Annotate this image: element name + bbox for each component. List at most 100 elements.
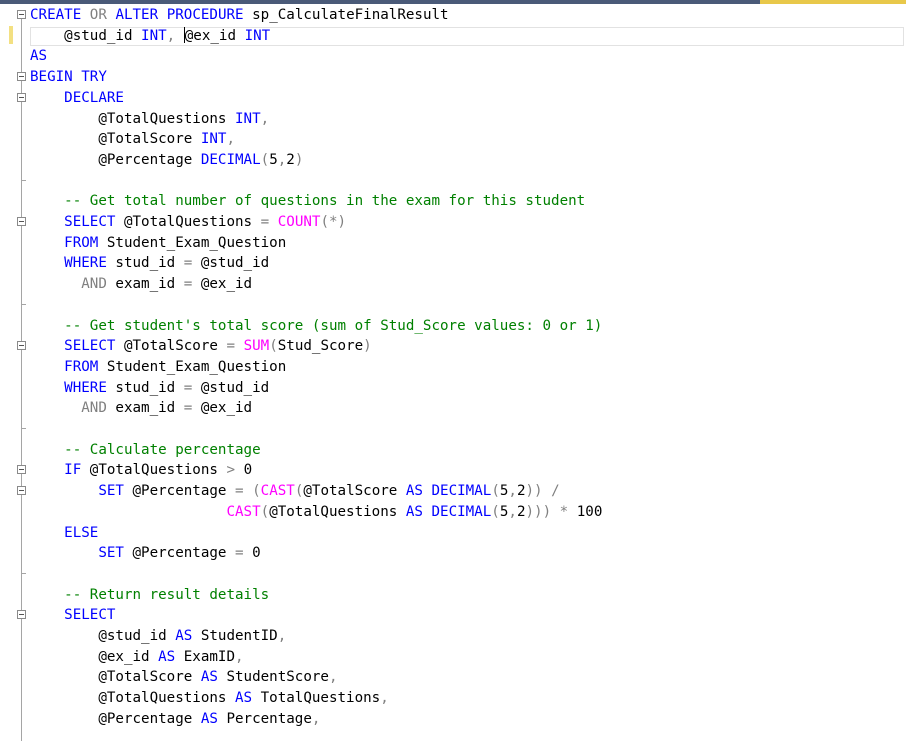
code-token: =: [226, 338, 236, 355]
code-line[interactable]: @TotalScore INT,: [30, 129, 235, 150]
code-token: IF: [64, 462, 82, 479]
code-token: ): [294, 151, 304, 168]
code-line[interactable]: @TotalQuestions AS TotalQuestions,: [30, 688, 388, 709]
code-line[interactable]: AS: [30, 46, 47, 67]
code-line[interactable]: @TotalQuestions INT,: [30, 109, 269, 130]
code-token: @TotalQuestions: [30, 690, 235, 707]
code-line[interactable]: @stud_id INT, @ex_id INT: [30, 26, 270, 47]
code-line[interactable]: SET @Percentage = 0: [30, 543, 260, 564]
code-line[interactable]: SELECT: [30, 605, 115, 626]
code-token: DECIMAL: [200, 151, 261, 168]
code-token: SUM: [243, 338, 270, 355]
code-token: @Percentage: [30, 710, 201, 727]
code-token: FROM: [64, 234, 99, 251]
code-token: =: [183, 400, 193, 417]
code-line[interactable]: SELECT @TotalScore = SUM(Stud_Score): [30, 336, 372, 357]
collapse-icon[interactable]: [17, 465, 26, 475]
code-token: @stud_id: [30, 628, 176, 644]
code-line[interactable]: FROM Student_Exam_Question: [30, 233, 286, 254]
code-token: ,: [311, 710, 321, 727]
collapse-icon[interactable]: [17, 486, 26, 496]
code-token: @ex_id: [192, 400, 253, 417]
code-line[interactable]: -- Return result details: [30, 585, 269, 606]
code-line[interactable]: ELSE: [30, 523, 98, 544]
code-token: TRY: [81, 69, 107, 86]
code-token: ))): [525, 503, 552, 520]
code-token: @Percentage: [30, 151, 201, 168]
code-token: AS: [200, 669, 218, 686]
code-token: @TotalScore: [30, 131, 201, 148]
code-line[interactable]: WHERE stud_id = @stud_id: [30, 378, 269, 399]
code-token: StudentID: [192, 628, 278, 644]
code-token: (*): [320, 214, 347, 230]
code-token: ,: [277, 151, 287, 168]
code-token: AS: [405, 503, 423, 520]
code-line[interactable]: IF @TotalQuestions > 0: [30, 460, 252, 481]
code-token: (: [260, 151, 270, 168]
code-token: ,: [226, 131, 236, 148]
code-line[interactable]: SELECT @TotalQuestions = COUNT(*): [30, 212, 346, 233]
code-line[interactable]: -- Calculate percentage: [30, 440, 260, 461]
code-line[interactable]: BEGIN TRY: [30, 67, 107, 88]
fold-end-tick: [21, 179, 26, 181]
code-token: Student_Exam_Question: [98, 358, 287, 375]
code-token: =: [235, 483, 244, 500]
code-line[interactable]: @stud_id AS StudentID,: [30, 626, 286, 647]
code-line[interactable]: DECLARE: [30, 88, 124, 109]
code-token: )): [525, 483, 543, 500]
code-token: INT: [244, 27, 271, 44]
code-token: ALTER: [115, 7, 159, 23]
code-token: (: [269, 338, 278, 355]
code-token: Percentage: [217, 710, 312, 727]
code-line[interactable]: @TotalScore AS StudentScore,: [30, 667, 337, 688]
code-token: @ex_id: [184, 27, 245, 44]
code-token: stud_id: [106, 255, 184, 272]
code-token: AND: [81, 400, 107, 417]
code-line[interactable]: -- Get student's total score (sum of Stu…: [30, 316, 602, 337]
code-token: ,: [235, 648, 244, 665]
code-line[interactable]: CREATE OR ALTER PROCEDURE sp_CalculateFi…: [30, 5, 449, 26]
code-line[interactable]: WHERE stud_id = @stud_id: [30, 253, 269, 274]
code-token: (: [260, 503, 270, 520]
code-line[interactable]: @ex_id AS ExamID,: [30, 647, 244, 668]
collapse-icon[interactable]: [17, 341, 26, 351]
collapse-icon[interactable]: [17, 610, 26, 620]
collapse-icon[interactable]: [17, 10, 26, 19]
code-line[interactable]: -- Get total number of questions in the …: [30, 191, 585, 212]
code-token: -- Get student's total score (sum of Stu…: [30, 317, 603, 334]
sql-code-editor[interactable]: CREATE OR ALTER PROCEDURE sp_CalculateFi…: [30, 5, 906, 727]
code-token: @TotalQuestions: [30, 110, 235, 127]
code-line[interactable]: SET @Percentage = (CAST(@TotalScore AS D…: [30, 481, 559, 502]
code-token: TotalQuestions: [252, 690, 381, 707]
collapse-icon[interactable]: [17, 92, 26, 102]
collapse-icon[interactable]: [17, 72, 26, 82]
code-token: @stud_id: [192, 255, 270, 272]
code-line[interactable]: @Percentage DECIMAL(5,2): [30, 150, 303, 171]
code-line[interactable]: FROM Student_Exam_Question: [30, 357, 286, 378]
code-token: SELECT: [64, 214, 116, 230]
code-token: SET: [98, 545, 124, 562]
code-line[interactable]: AND exam_id = @ex_id: [30, 274, 252, 295]
code-line[interactable]: AND exam_id = @ex_id: [30, 398, 252, 419]
code-token: AS: [200, 710, 218, 727]
tab-strip-bar: [0, 0, 760, 4]
code-line[interactable]: @Percentage AS Percentage,: [30, 709, 320, 730]
collapse-icon[interactable]: [17, 217, 26, 226]
code-token: WHERE: [64, 379, 107, 396]
code-token: ExamID: [175, 648, 236, 665]
code-line[interactable]: CAST(@TotalQuestions AS DECIMAL(5,2))) *…: [30, 502, 602, 523]
editor-gutter[interactable]: [0, 4, 28, 741]
code-token: -- Return result details: [30, 586, 270, 603]
